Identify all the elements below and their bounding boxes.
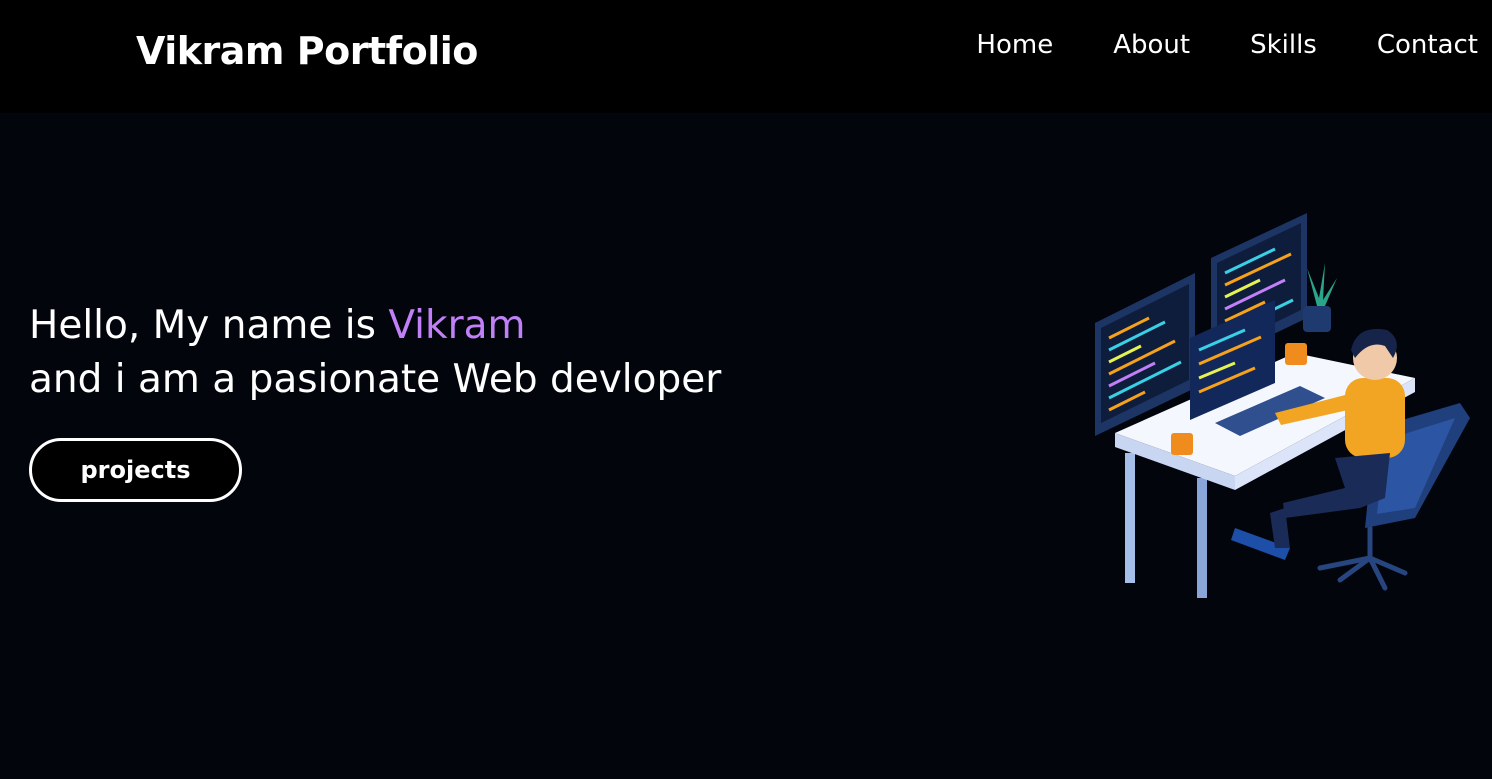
hero-greeting: Hello, My name is Vikram xyxy=(29,299,721,353)
navbar: Vikram Portfolio Home About Skills Conta… xyxy=(0,0,1492,113)
nav-about[interactable]: About xyxy=(1113,30,1190,60)
nav-contact[interactable]: Contact xyxy=(1377,30,1478,60)
hero-name: Vikram xyxy=(388,303,526,348)
greeting-prefix: Hello, My name is xyxy=(29,303,389,348)
hero-tagline: and i am a pasionate Web devloper xyxy=(29,357,722,402)
brand-title[interactable]: Vikram Portfolio xyxy=(136,29,478,73)
nav-home[interactable]: Home xyxy=(976,30,1053,60)
hero-heading: Hello, My name is Vikram and i am a pasi… xyxy=(29,299,721,407)
projects-button[interactable]: projects xyxy=(29,438,242,502)
nav-skills[interactable]: Skills xyxy=(1250,30,1317,60)
developer-at-desk-illustration-icon xyxy=(1095,213,1470,598)
nav-links: Home About Skills Contact xyxy=(976,30,1478,60)
hero-section: Hello, My name is Vikram and i am a pasi… xyxy=(0,113,1492,779)
